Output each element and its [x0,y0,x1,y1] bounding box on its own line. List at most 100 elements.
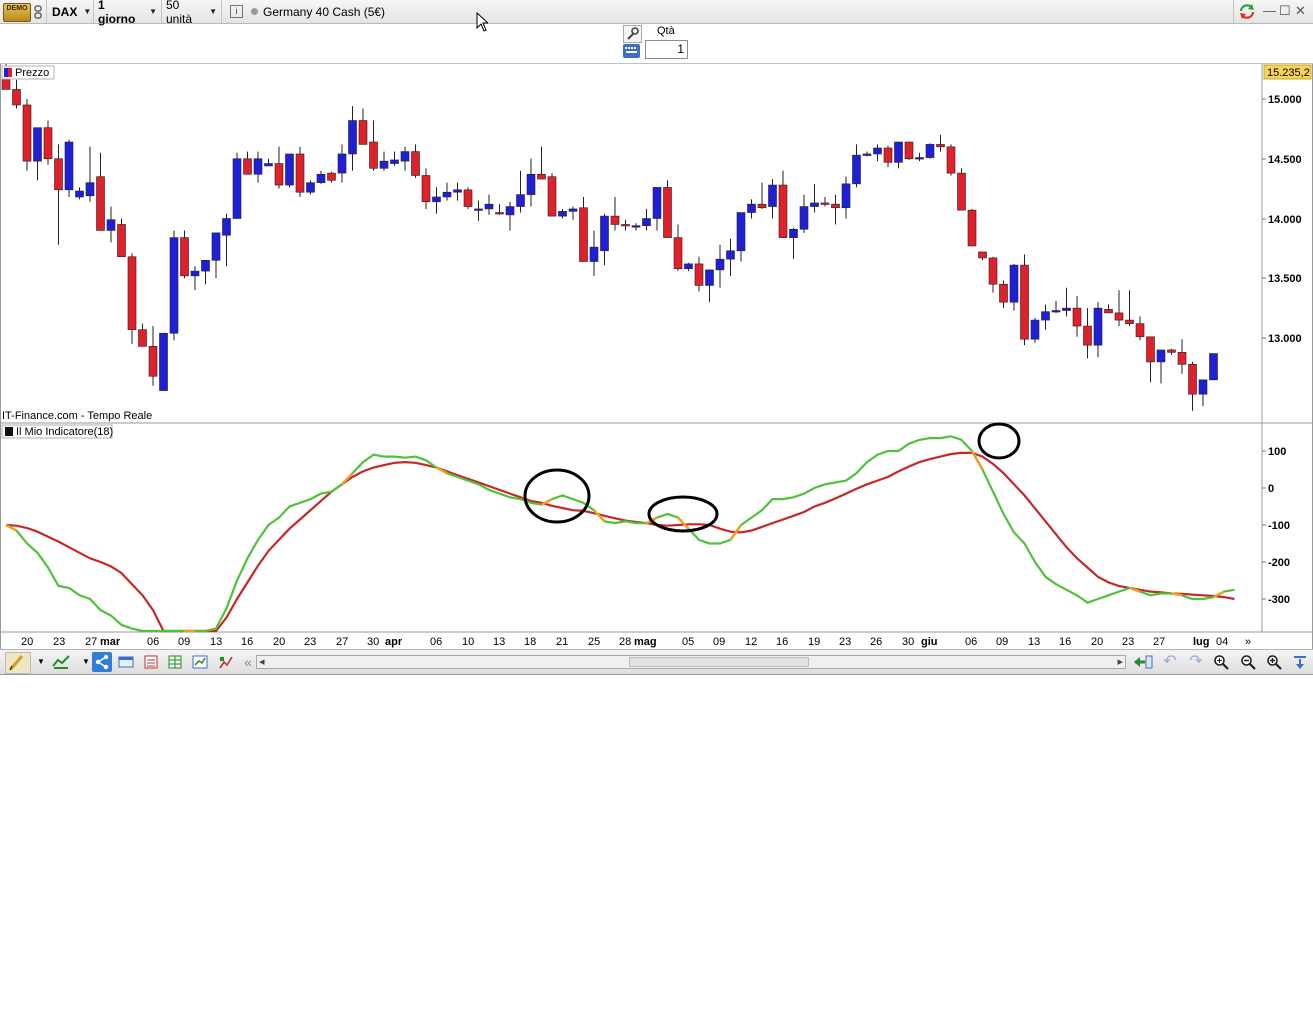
candle [148,326,158,386]
candle-body-down [1114,312,1124,321]
candle [988,256,998,293]
refresh-icon[interactable] [1238,3,1256,20]
horizontal-scrollbar[interactable]: ◂ ▸ [256,655,1126,669]
candle-body-down [138,329,147,347]
order-bar: Qtà 1 [0,23,1313,64]
candle [999,280,1008,309]
scroll-left-arrow-icon[interactable]: ◂ [259,655,265,668]
candle-body-down [463,189,473,207]
candle [1030,317,1040,343]
maximize-icon[interactable]: ☐ [1279,3,1291,19]
candle-body-down [988,257,998,285]
x-tick: 13 [493,636,505,648]
candle-body-up [1209,353,1218,381]
candle [631,223,641,231]
candle-body-up [589,246,599,262]
last-price-badge: 15.235,2 [1263,64,1312,80]
candle [568,206,578,220]
x-tick: 06 [147,636,159,648]
candle-body-up [1041,311,1050,321]
candle-body-down [54,158,63,191]
analysis-icon[interactable] [218,654,234,670]
price-tick: 14.000 [1268,214,1302,226]
candle-body-up [642,218,651,226]
minimize-icon[interactable]: — [1263,3,1276,18]
info-icon[interactable]: i [230,5,243,18]
instrument-selector[interactable]: DAX ▼ [48,0,94,23]
timeframe-selector[interactable]: 1 giorno ▼ [94,0,162,26]
chart-area[interactable]: Prezzo IT-Finance.com - Tempo Reale Il M… [0,64,1313,649]
candle-body-down [369,141,378,169]
candle [96,152,105,231]
candle [138,323,147,347]
candle-body-down [243,158,252,175]
scrollbar-thumb[interactable] [629,657,809,667]
zoom-fit-icon[interactable] [1213,654,1229,670]
x-tick: 09 [178,636,190,648]
draw-menu-caret-icon[interactable]: ▼ [33,654,49,670]
candle [295,146,305,197]
zoom-out-icon[interactable] [1240,654,1256,670]
candle-body-down [1072,307,1082,327]
candle-body-up [390,159,399,164]
price-legend[interactable]: Prezzo [1,65,55,80]
table-icon[interactable] [167,654,183,670]
x-axis-scroll-arrow[interactable]: » [1245,636,1251,648]
link-icon[interactable] [33,0,47,23]
candle [453,182,462,201]
close-icon[interactable]: ✕ [1295,3,1306,19]
units-selector[interactable]: 50 unità ▼ [162,0,222,26]
candle [747,199,756,219]
candle-body-down [547,176,557,217]
x-tick: apr [385,636,403,648]
candle [358,108,368,145]
keyboard-icon[interactable] [623,44,640,58]
candle [967,208,977,247]
candles-layer [1,64,1218,411]
share-icon[interactable] [92,652,112,672]
indicator-y-axis: 100 0 -100 -200 -300 [1262,446,1290,606]
go-to-end-icon[interactable] [1133,654,1153,670]
candle [201,260,210,285]
candle [106,206,116,243]
scroll-right-arrow-icon[interactable]: ▸ [1117,655,1123,668]
candle-body-down [421,175,431,203]
wrench-icon[interactable] [623,25,642,43]
candle [915,152,924,162]
settings-down-icon[interactable] [1292,654,1308,670]
candle-body-down [1020,264,1029,340]
candle-body-up [715,258,725,271]
window-icon[interactable] [118,654,134,670]
candle-body-down [358,120,368,145]
chart-window-icon[interactable] [192,654,208,670]
candle [306,180,315,195]
x-tick: mar [100,636,121,648]
candle-body-up [64,141,74,191]
candle-body-up [106,219,116,231]
candle [1114,290,1124,327]
candle-body-down [12,89,21,106]
indicator-tick: 100 [1268,446,1286,458]
candle [757,182,767,209]
candle [1167,348,1176,355]
candle-body-up [85,182,95,197]
qty-input[interactable]: 1 [645,40,688,59]
candle-body-up [316,173,326,183]
candle [831,194,840,225]
candle [1104,304,1113,314]
indicator-legend[interactable]: Il Mio Indicatore(18) [1,424,113,439]
undo-icon[interactable]: ↶ [1162,654,1178,670]
candle [64,139,74,197]
candle-body-down [883,147,893,163]
x-tick: 30 [367,636,379,648]
candle [726,238,735,276]
draw-pencil-icon[interactable] [5,652,31,674]
candle-body-up [400,151,410,162]
candle [211,232,221,279]
candle [936,134,945,152]
list-icon[interactable] [143,654,159,670]
redo-icon[interactable]: ↷ [1188,654,1204,670]
zoom-in-icon[interactable] [1266,654,1282,670]
indicator-add-icon[interactable] [50,654,74,670]
collapse-left-icon[interactable]: « [240,654,256,670]
